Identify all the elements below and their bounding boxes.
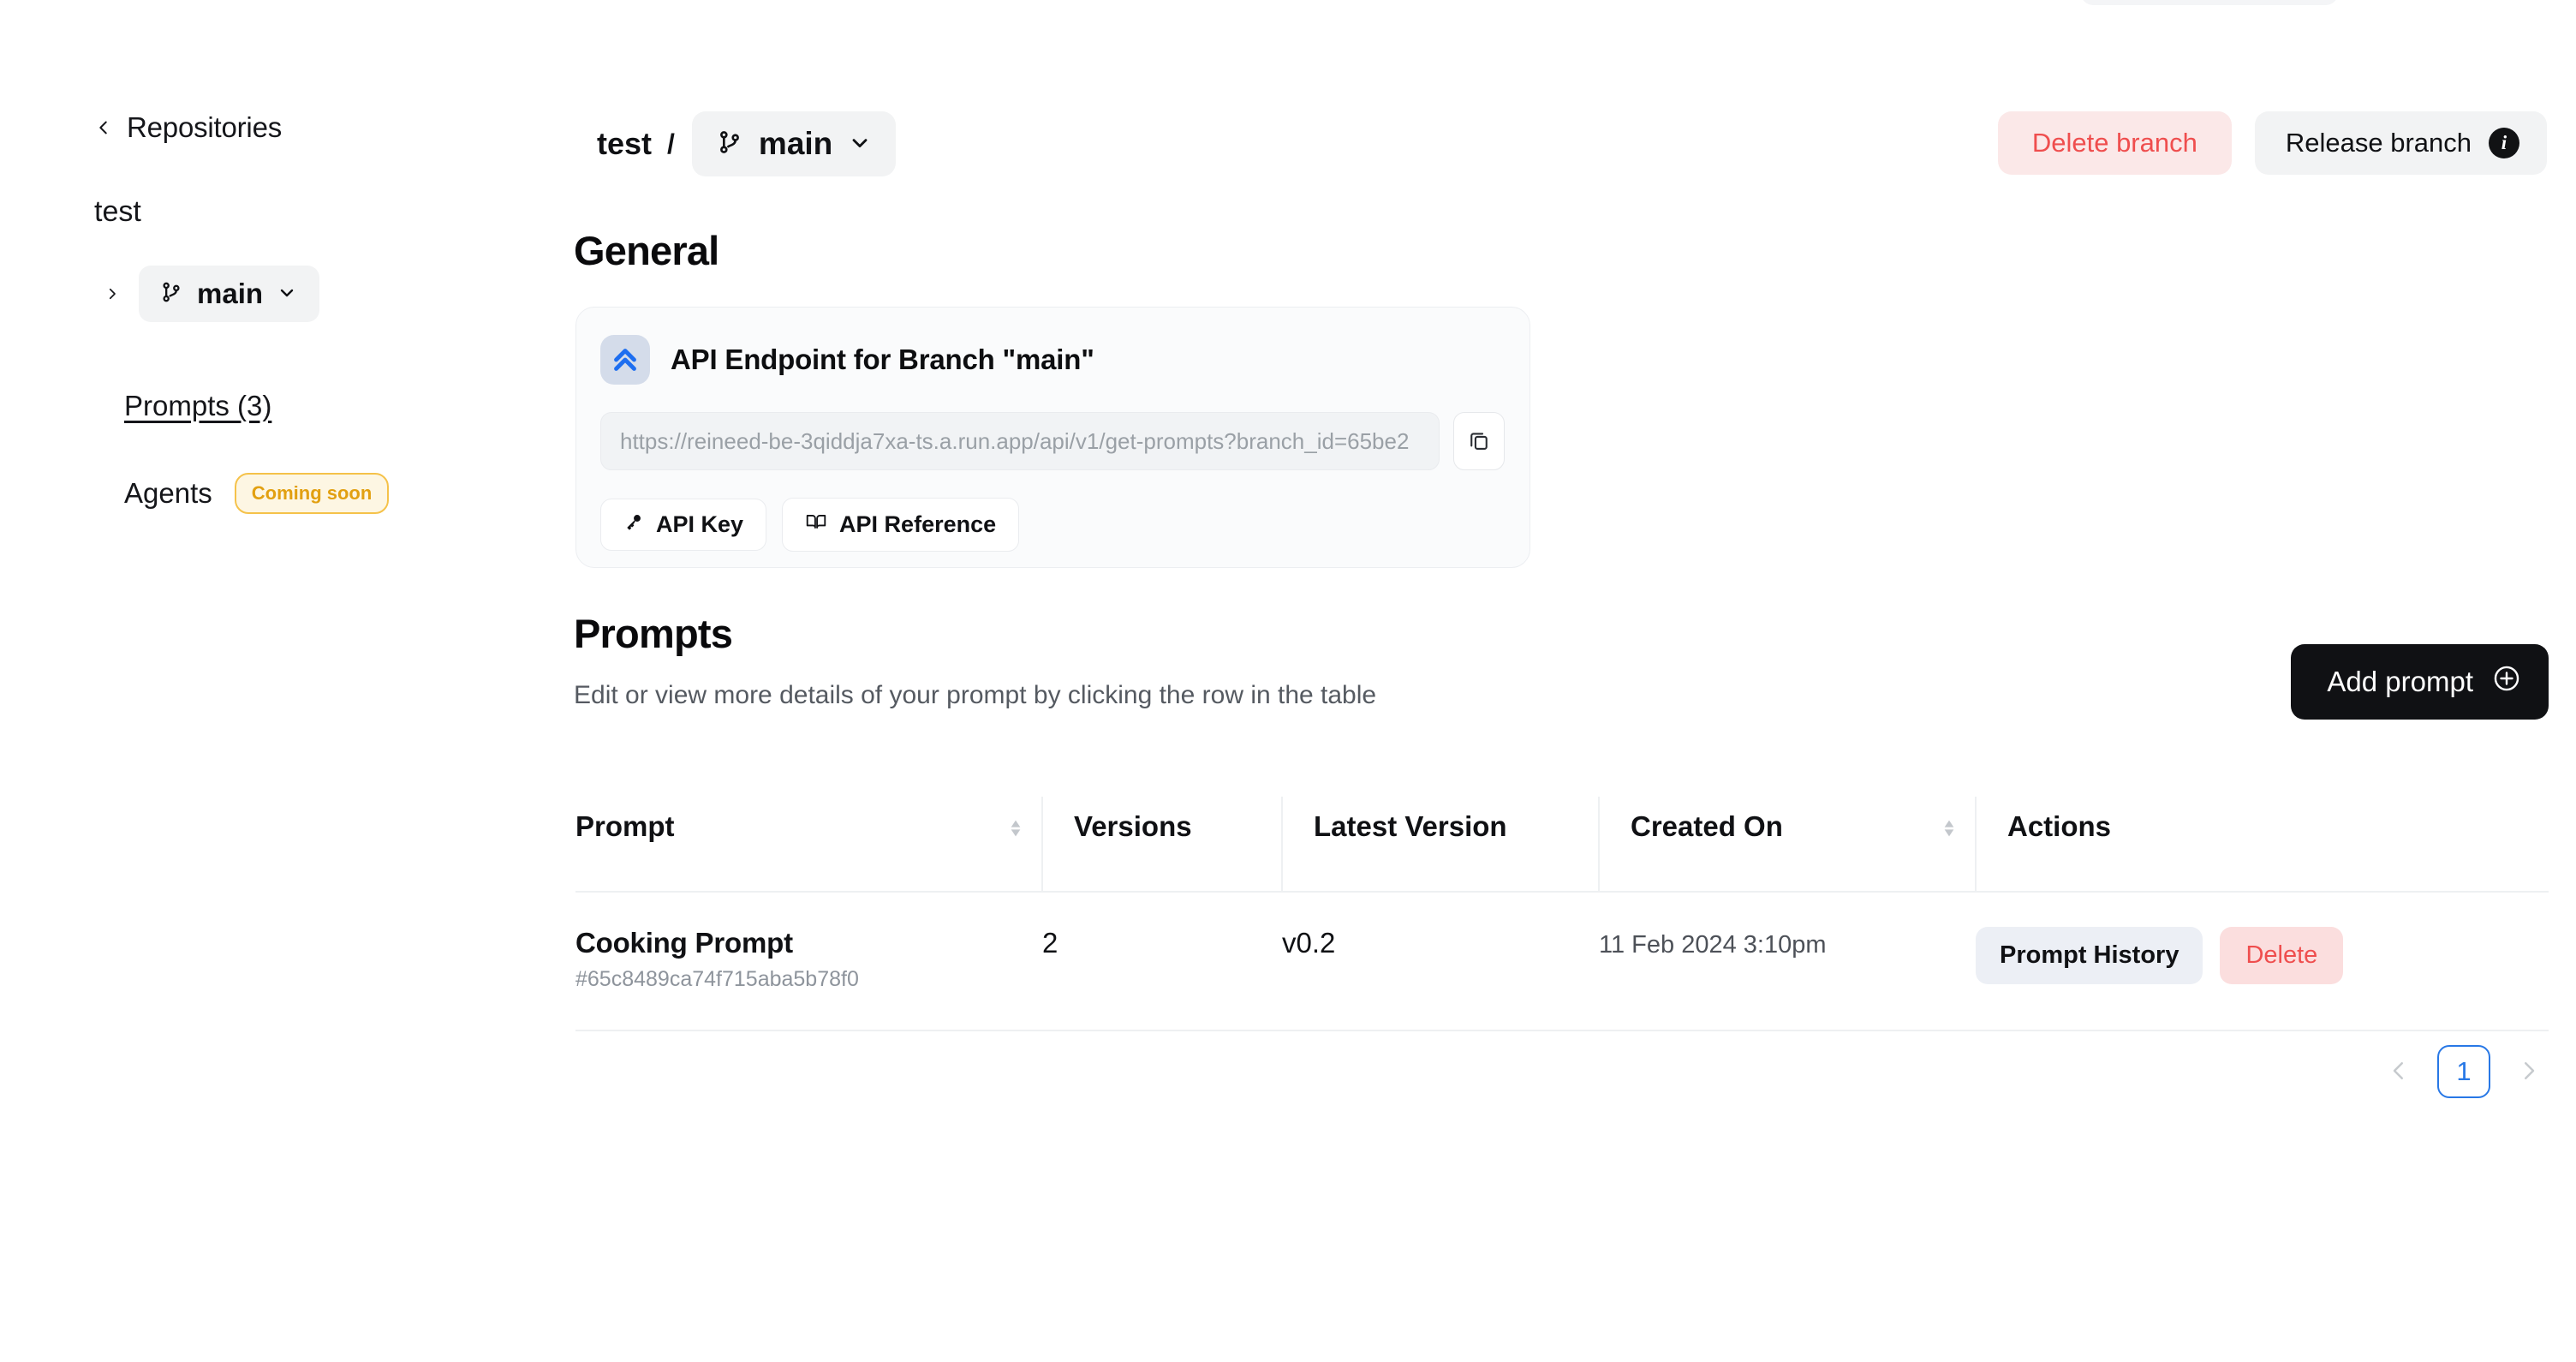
add-prompt-label: Add prompt [2327, 666, 2473, 697]
top-cutoff-element [2081, 0, 2338, 5]
prompt-name: Cooking Prompt [575, 927, 793, 959]
column-header-prompt[interactable]: Prompt [575, 797, 1042, 893]
release-branch-button[interactable]: Release branch i [2254, 111, 2547, 175]
coming-soon-badge: Coming soon [234, 473, 390, 514]
column-header-versions-label: Versions [1074, 810, 1192, 842]
book-icon [805, 511, 827, 539]
api-endpoint-input[interactable] [600, 412, 1440, 470]
sidebar-item-agents[interactable]: Agents Coming soon [124, 473, 390, 514]
header-actions: Delete branch Release branch i [1997, 111, 2547, 175]
prompts-section-subtitle: Edit or view more details of your prompt… [574, 681, 1377, 709]
breadcrumb-branch-label: main [758, 126, 833, 161]
breadcrumb: test / main [597, 111, 897, 176]
api-card-buttons: API Key API Reference [600, 498, 1020, 552]
column-header-created-on[interactable]: Created On [1598, 797, 1976, 893]
sort-icon[interactable] [1009, 814, 1023, 850]
versions-value: 2 [1042, 927, 1058, 959]
api-key-label: API Key [656, 511, 744, 537]
cell-created-on: 11 Feb 2024 3:10pm [1599, 892, 1976, 1031]
back-to-repositories-link[interactable]: Repositories [94, 111, 282, 144]
prompts-table: Prompt Versions Latest Version Created O… [575, 797, 2549, 1031]
breadcrumb-separator: / [667, 128, 675, 159]
git-branch-icon [716, 128, 743, 160]
column-header-actions: Actions [1975, 797, 2549, 893]
api-card-title: API Endpoint for Branch "main" [671, 343, 1094, 375]
api-endpoint-icon [600, 335, 650, 385]
api-card-header: API Endpoint for Branch "main" [600, 335, 1094, 385]
info-icon[interactable]: i [2489, 128, 2519, 158]
prompt-id: #65c8489ca74f715aba5b78f0 [575, 967, 859, 991]
release-branch-label: Release branch [2285, 128, 2472, 158]
api-url-row [600, 412, 1505, 470]
chevron-down-icon [848, 130, 872, 158]
copy-icon [1467, 428, 1491, 455]
sidebar-branch-selector[interactable]: main [139, 266, 320, 322]
delete-prompt-button[interactable]: Delete [2220, 927, 2344, 984]
chevron-left-icon [94, 118, 113, 137]
add-prompt-button[interactable]: Add prompt [2291, 644, 2549, 720]
api-reference-label: API Reference [839, 511, 997, 537]
general-section-title: General [574, 228, 719, 273]
column-header-created-on-label: Created On [1631, 810, 1783, 842]
plus-circle-icon [2492, 664, 2521, 700]
table-header-row: Prompt Versions Latest Version Created O… [575, 797, 2549, 893]
latest-version-value: v0.2 [1282, 927, 1336, 959]
delete-branch-button[interactable]: Delete branch [1997, 111, 2232, 175]
column-header-versions: Versions [1041, 797, 1282, 893]
pagination-prev-button[interactable] [2379, 1047, 2418, 1096]
sidebar-branch-label: main [197, 278, 264, 309]
table-row[interactable]: Cooking Prompt #65c8489ca74f715aba5b78f0… [575, 892, 2549, 1031]
pagination-next-button[interactable] [2509, 1047, 2549, 1096]
sidebar-item-prompts[interactable]: Prompts (3) [124, 390, 271, 422]
prompts-table-container: Prompt Versions Latest Version Created O… [575, 797, 2549, 1031]
breadcrumb-branch-selector[interactable]: main [691, 111, 897, 176]
breadcrumb-repo[interactable]: test [597, 126, 652, 162]
pagination-page-1[interactable]: 1 [2437, 1045, 2490, 1098]
chevron-right-icon[interactable] [104, 285, 120, 302]
pagination: 1 [2379, 1045, 2549, 1098]
column-header-latest-version: Latest Version [1281, 797, 1599, 893]
sidebar-item-agents-label: Agents [124, 477, 212, 509]
cell-latest-version: v0.2 [1282, 892, 1599, 1031]
app-root: Repositories test main Prompts (3) Agent… [0, 0, 2576, 1362]
key-icon [623, 511, 644, 538]
cell-prompt: Cooking Prompt #65c8489ca74f715aba5b78f0 [575, 892, 1042, 1031]
chevron-down-icon [277, 282, 297, 307]
prompt-history-button[interactable]: Prompt History [1976, 927, 2203, 984]
api-reference-button[interactable]: API Reference [782, 498, 1020, 552]
created-on-value: 11 Feb 2024 3:10pm [1599, 931, 1827, 959]
chevron-right-icon [2516, 1058, 2542, 1086]
cell-actions: Prompt History Delete [1976, 892, 2549, 1031]
column-header-latest-version-label: Latest Version [1314, 810, 1507, 842]
back-link-label: Repositories [127, 111, 283, 143]
copy-url-button[interactable] [1453, 412, 1505, 470]
sidebar-repo-name: test [94, 195, 141, 228]
git-branch-icon [159, 280, 183, 308]
sidebar: Repositories test main Prompts (3) Agent… [0, 0, 565, 1362]
column-header-prompt-label: Prompt [575, 810, 675, 842]
sort-icon[interactable] [1942, 814, 1956, 850]
chevron-left-icon [2386, 1058, 2412, 1086]
prompts-section-title: Prompts [574, 611, 733, 656]
api-endpoint-card: API Endpoint for Branch "main" API Key [575, 307, 1530, 568]
column-header-actions-label: Actions [2007, 810, 2112, 842]
sidebar-branch-row: main [104, 266, 320, 322]
api-key-button[interactable]: API Key [600, 499, 767, 551]
cell-versions: 2 [1042, 892, 1282, 1031]
